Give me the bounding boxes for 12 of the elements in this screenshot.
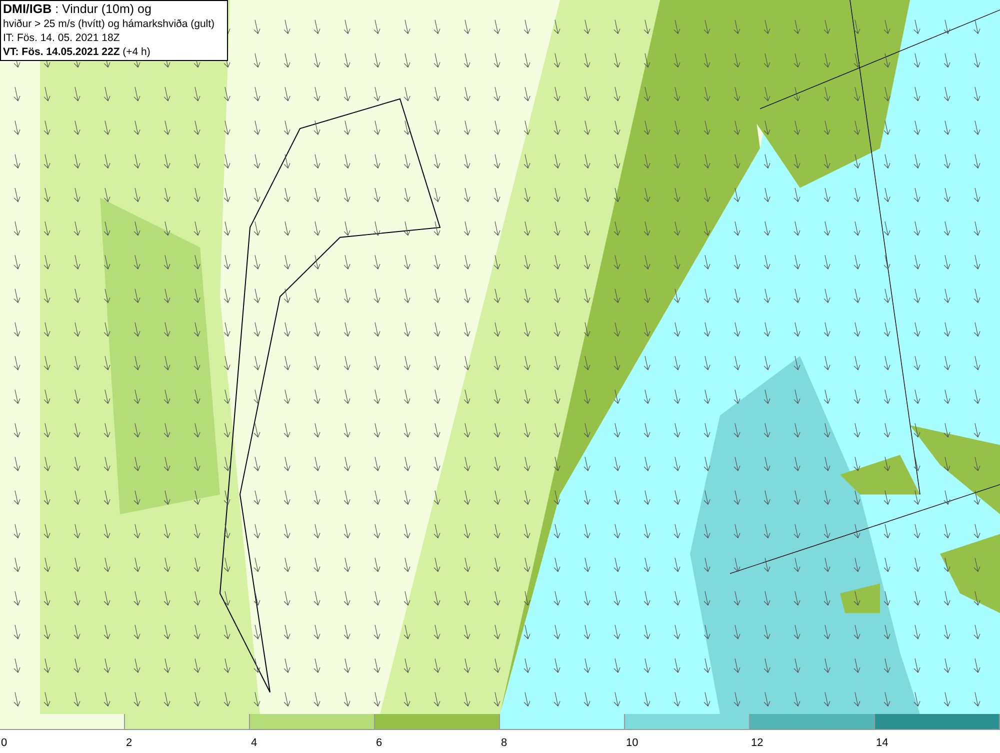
legend-label: 8	[501, 737, 508, 749]
legend-label: 4	[251, 737, 258, 749]
info-text: hviður > 25 m/s (hvítt) og hámarkshviða (gult)	[3, 17, 216, 31]
info-text: DMI/IGB : Vindur (10m) og	[3, 2, 152, 17]
legend-label: 14	[876, 737, 888, 749]
legend-label: 2	[126, 737, 132, 749]
info-text: VT: Fös. 14.05.2021 22Z (+4 h)	[3, 45, 152, 59]
legend-label: 0	[1, 737, 8, 749]
legend-label: 6	[376, 737, 382, 749]
info-text: IT: Fös. 14. 05. 2021 18Z	[3, 31, 121, 45]
legend-label: 10	[626, 737, 638, 749]
legend-label: 12	[751, 737, 764, 749]
